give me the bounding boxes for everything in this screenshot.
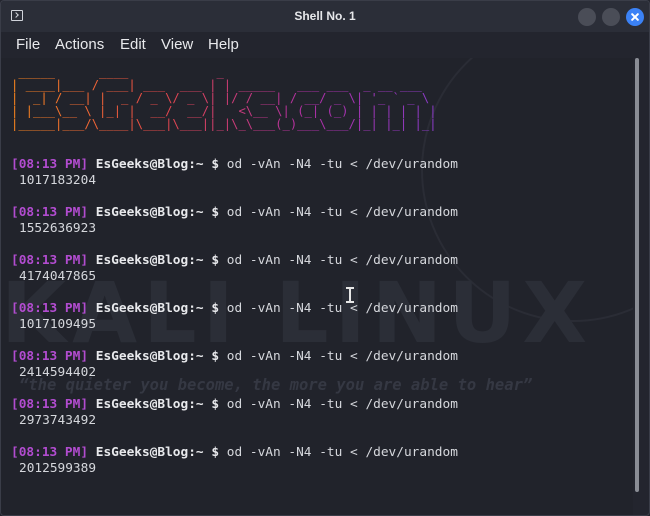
command-text: od -vAn -N4 -tu < /dev/urandom [226,157,458,172]
terminal-window: Shell No. 1 File Actions Edit View Help … [0,0,650,516]
command-output: 2012599389 [19,461,97,476]
menu-actions[interactable]: Actions [55,36,104,53]
prompt-time: [08:13 PM] [11,253,89,268]
prompt-time: [08:13 PM] [11,349,89,364]
menu-file[interactable]: File [16,36,40,53]
prompt-line: [08:13 PM] EsGeeks@Blog:~ $ od -vAn -N4 … [11,253,631,269]
prompt-line: [08:13 PM] EsGeeks@Blog:~ $ od -vAn -N4 … [11,205,631,221]
prompt-time: [08:13 PM] [11,301,89,316]
maximize-button[interactable] [602,8,620,26]
prompt-time: [08:13 PM] [11,157,89,172]
prompt-line: [08:13 PM] EsGeeks@Blog:~ $ od -vAn -N4 … [11,397,631,413]
window-title: Shell No. 1 [294,9,356,23]
menu-edit[interactable]: Edit [120,36,146,53]
command-output: 2973743492 [19,413,97,428]
prompt-user: EsGeeks@Blog:~ $ [95,205,220,220]
command-entry: [08:13 PM] EsGeeks@Blog:~ $ od -vAn -N4 … [11,301,631,349]
prompt-line: [08:13 PM] EsGeeks@Blog:~ $ od -vAn -N4 … [11,301,631,317]
command-output: 1552636923 [19,221,97,236]
prompt-time: [08:13 PM] [11,205,89,220]
command-entry: [08:13 PM] EsGeeks@Blog:~ $ od -vAn -N4 … [11,205,631,253]
scrollbar[interactable] [633,58,643,498]
command-text: od -vAn -N4 -tu < /dev/urandom [226,253,458,268]
minimize-button[interactable] [578,8,596,26]
command-text: od -vAn -N4 -tu < /dev/urandom [226,205,458,220]
command-text: od -vAn -N4 -tu < /dev/urandom [226,301,458,316]
title-bar[interactable]: Shell No. 1 [1,1,649,32]
prompt-user: EsGeeks@Blog:~ $ [95,445,220,460]
command-output: 1017109495 [19,317,97,332]
prompt-line: [08:13 PM] EsGeeks@Blog:~ $ od -vAn -N4 … [11,445,631,461]
command-entry: [08:13 PM] EsGeeks@Blog:~ $ od -vAn -N4 … [11,253,631,301]
prompt-time: [08:13 PM] [11,445,89,460]
menu-view[interactable]: View [161,36,193,53]
prompt-user: EsGeeks@Blog:~ $ [95,253,220,268]
command-history: [08:13 PM] EsGeeks@Blog:~ $ od -vAn -N4 … [11,157,631,493]
ascii-banner: _____ ____ _ | ____|___ / ___| ___ ___ |… [11,65,437,131]
command-output: 1017183204 [19,173,97,188]
menu-bar: File Actions Edit View Help [1,32,649,58]
prompt-user: EsGeeks@Blog:~ $ [95,397,220,412]
command-entry: [08:13 PM] EsGeeks@Blog:~ $ od -vAn -N4 … [11,445,631,493]
scrollbar-thumb[interactable] [635,58,639,492]
menu-help[interactable]: Help [208,36,239,53]
terminal-output[interactable]: KALI LINUX “the quieter you become, the … [1,58,633,515]
text-cursor-icon [346,287,354,303]
command-output: 2414594402 [19,365,97,380]
prompt-user: EsGeeks@Blog:~ $ [95,301,220,316]
prompt-user: EsGeeks@Blog:~ $ [95,349,220,364]
command-entry: [08:13 PM] EsGeeks@Blog:~ $ od -vAn -N4 … [11,349,631,397]
command-entry: [08:13 PM] EsGeeks@Blog:~ $ od -vAn -N4 … [11,397,631,445]
command-entry: [08:13 PM] EsGeeks@Blog:~ $ od -vAn -N4 … [11,157,631,205]
command-text: od -vAn -N4 -tu < /dev/urandom [226,397,458,412]
prompt-line: [08:13 PM] EsGeeks@Blog:~ $ od -vAn -N4 … [11,349,631,365]
command-output: 4174047865 [19,269,97,284]
prompt-user: EsGeeks@Blog:~ $ [95,157,220,172]
prompt-time: [08:13 PM] [11,397,89,412]
prompt-line: [08:13 PM] EsGeeks@Blog:~ $ od -vAn -N4 … [11,157,631,173]
command-text: od -vAn -N4 -tu < /dev/urandom [226,445,458,460]
close-icon[interactable] [626,8,644,26]
command-text: od -vAn -N4 -tu < /dev/urandom [226,349,458,364]
